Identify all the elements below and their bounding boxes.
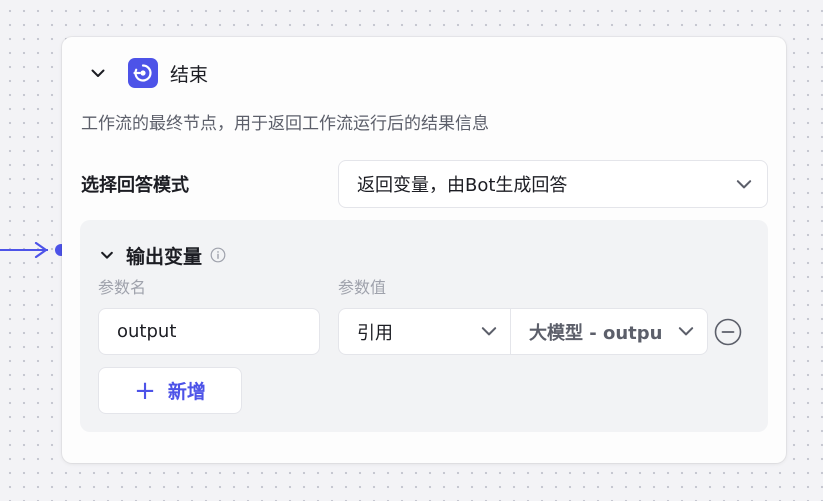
answer-mode-label: 选择回答模式	[81, 175, 189, 196]
output-variables-header: 输出变量	[98, 242, 226, 268]
param-name-header: 参数名	[98, 278, 147, 297]
ref-variable-select[interactable]: 大模型 - output	[511, 309, 707, 354]
param-value-field: 引用 大模型 - output	[338, 308, 708, 355]
end-node-card[interactable]: 结束 工作流的最终节点，用于返回工作流运行后的结果信息 选择回答模式 返回变量，…	[62, 37, 786, 463]
chevron-down-icon	[481, 327, 497, 336]
chevron-down-icon	[736, 180, 752, 189]
answer-mode-select[interactable]: 返回变量，由Bot生成回答	[338, 160, 768, 208]
node-title: 结束	[170, 63, 209, 86]
add-variable-button[interactable]: + 新增	[98, 367, 242, 414]
param-value-header: 参数值	[338, 278, 387, 297]
plus-icon: +	[134, 375, 156, 406]
param-name-input[interactable]	[98, 308, 320, 355]
chevron-down-icon	[101, 251, 113, 259]
output-variables-title: 输出变量	[126, 245, 203, 268]
info-icon[interactable]	[210, 247, 226, 263]
collapse-button[interactable]	[84, 59, 112, 87]
output-variables-panel: 输出变量 参数名 参数值 引用 大模型 - output	[80, 220, 768, 432]
chevron-down-icon	[91, 69, 105, 77]
answer-mode-value: 返回变量，由Bot生成回答	[357, 175, 568, 196]
minus-circle-icon[interactable]	[714, 318, 742, 346]
ref-type-value: 引用	[357, 322, 393, 344]
add-variable-label: 新增	[167, 381, 206, 403]
ref-variable-value: 大模型 - output	[529, 322, 661, 344]
arrow-right-icon	[34, 242, 48, 258]
node-header: 结束	[84, 57, 208, 89]
end-node-icon	[128, 58, 158, 88]
node-description: 工作流的最终节点，用于返回工作流运行后的结果信息	[81, 114, 489, 134]
collapse-output-button[interactable]	[98, 246, 116, 264]
ref-type-select[interactable]: 引用	[339, 309, 511, 354]
chevron-down-icon	[678, 327, 694, 336]
